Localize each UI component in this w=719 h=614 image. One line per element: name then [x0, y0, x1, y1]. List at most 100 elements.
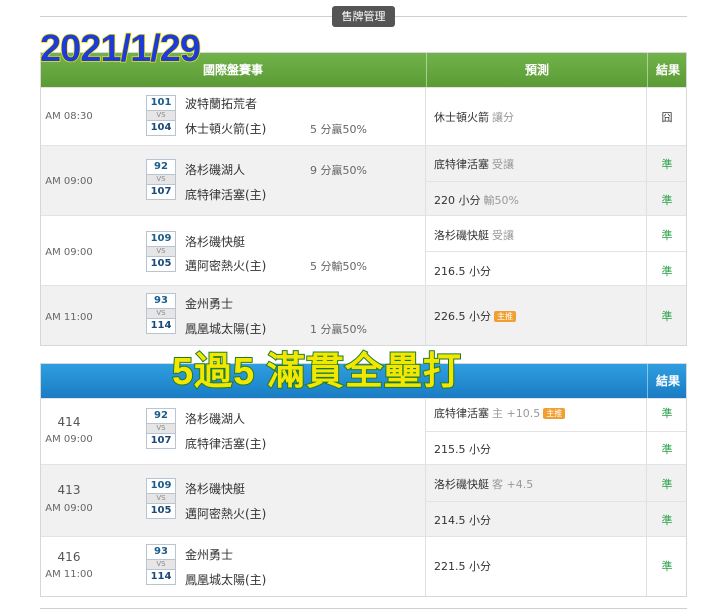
home-team-number: 105: [146, 503, 176, 519]
away-team-number: 92: [146, 159, 176, 175]
prediction-divider: [426, 431, 686, 432]
prediction-text: 洛杉磯快艇: [434, 478, 489, 491]
home-team-number: 114: [146, 569, 176, 585]
prediction-pick: 220 小分 輸50%: [434, 192, 519, 208]
away-team-number: 109: [146, 231, 176, 247]
bottom-divider: [40, 608, 687, 609]
away-team-number: 109: [146, 478, 176, 494]
prediction-pick: 洛杉磯快艇 受讓: [434, 227, 514, 243]
ticket-management-tab[interactable]: 售牌管理: [332, 6, 395, 27]
result-mark: 準: [661, 265, 673, 278]
result-mark: 準: [661, 478, 673, 491]
prediction-pick: 216.5 小分: [434, 263, 494, 279]
game-time: AM 11:00: [45, 312, 93, 323]
prediction-text: 休士頓火箭: [434, 111, 489, 124]
prediction-text: 底特律活塞: [434, 407, 489, 420]
vs-label: VS: [146, 560, 176, 569]
away-team-name: 金州勇士: [185, 297, 234, 311]
prediction-divider: [426, 251, 686, 252]
header-result: 結果: [647, 53, 688, 87]
featured-pick-badge: 主推: [494, 311, 516, 322]
home-team-name: 鳳凰城太陽(主): [185, 573, 267, 587]
prediction-note: 輸50%: [483, 194, 519, 207]
result-mark: 囧: [661, 111, 673, 124]
team-number-box: 93 VS 114: [146, 293, 186, 334]
team-number-box: 101 VS 104: [146, 95, 186, 136]
prediction-text: 220 小分: [434, 194, 481, 207]
table-row: AM 09:00 92 VS 107 洛杉磯湖人 9 分贏50% 底特律活塞(主…: [41, 145, 686, 215]
handicap-odds: 5 分贏50%: [310, 123, 367, 136]
game-index: 416: [57, 550, 81, 564]
special-games-table: 結果 414 AM 09:00 92 VS 107 洛杉磯湖人 底特律活塞(主)…: [40, 363, 687, 597]
prediction-pick: 洛杉磯快艇客 +4.5: [434, 476, 533, 492]
header-result: 結果: [647, 364, 688, 398]
column-divider: [425, 537, 426, 596]
table-row: 413 AM 09:00 109 VS 105 洛杉磯快艇 邁阿密熱火(主) 洛…: [41, 464, 686, 536]
result-mark: 準: [661, 514, 673, 527]
vs-label: VS: [146, 247, 176, 256]
vs-label: VS: [146, 175, 176, 184]
result-mark: 準: [661, 443, 673, 456]
away-team-name: 洛杉磯快艇: [185, 235, 246, 249]
international-games-table: 國際盤賽事 預測 結果 AM 08:30 101 VS 104 波特蘭拓荒者 休…: [40, 52, 687, 346]
result-mark: 準: [661, 158, 673, 171]
vs-label: VS: [146, 309, 176, 318]
away-team-number: 93: [146, 293, 176, 309]
table-row: 416 AM 11:00 93 VS 114 金州勇士 鳳凰城太陽(主) 221…: [41, 536, 686, 596]
game-time: AM 11:00: [45, 569, 93, 580]
prediction-pick: 226.5 小分 主推: [434, 308, 516, 324]
prediction-note: 客 +4.5: [492, 478, 534, 491]
home-team-name: 鳳凰城太陽(主): [185, 322, 267, 336]
prediction-pick: 215.5 小分: [434, 441, 494, 457]
away-team-name: 金州勇士: [185, 548, 234, 562]
game-time: AM 09:00: [45, 247, 93, 258]
prediction-pick: 底特律活塞主 +10.5 主推: [434, 405, 566, 421]
game-index: 413: [57, 483, 81, 497]
result-mark: 準: [661, 194, 673, 207]
home-team-number: 107: [146, 184, 176, 200]
home-team-name: 底特律活塞(主): [185, 437, 267, 451]
game-index: 414: [57, 415, 81, 429]
team-number-box: 92 VS 107: [146, 408, 186, 449]
prediction-note: 讓分: [492, 111, 514, 124]
result-mark: 準: [661, 407, 673, 420]
vs-label: VS: [146, 111, 176, 120]
prediction-pick: 221.5 小分: [434, 558, 494, 574]
prediction-text: 214.5 小分: [434, 514, 491, 527]
prediction-pick: 休士頓火箭 讓分: [434, 109, 514, 125]
away-team-number: 101: [146, 95, 176, 111]
prediction-text: 215.5 小分: [434, 443, 491, 456]
table-row: AM 09:00 109 VS 105 洛杉磯快艇 邁阿密熱火(主) 5 分輸5…: [41, 215, 686, 285]
home-team-number: 104: [146, 120, 176, 136]
prediction-text: 226.5 小分: [434, 310, 491, 323]
team-number-box: 109 VS 105: [146, 231, 186, 272]
away-team-number: 92: [146, 408, 176, 424]
column-divider: [425, 286, 426, 345]
result-mark: 準: [661, 560, 673, 573]
result-mark: 準: [661, 229, 673, 242]
result-mark: 準: [661, 310, 673, 323]
prediction-text: 216.5 小分: [434, 265, 491, 278]
away-team-name: 洛杉磯湖人: [185, 412, 246, 426]
handicap-odds: 5 分輸50%: [310, 260, 367, 273]
team-number-box: 92 VS 107: [146, 159, 186, 200]
home-team-name: 邁阿密熱火(主): [185, 259, 267, 273]
prediction-pick: 214.5 小分: [434, 512, 494, 528]
table-row: 414 AM 09:00 92 VS 107 洛杉磯湖人 底特律活塞(主) 底特…: [41, 398, 686, 464]
featured-pick-badge: 主推: [543, 408, 566, 419]
away-team-name: 洛杉磯湖人: [185, 163, 246, 177]
prediction-divider: [426, 501, 686, 502]
home-team-number: 114: [146, 318, 176, 334]
prediction-text: 221.5 小分: [434, 560, 491, 573]
game-time: AM 09:00: [45, 176, 93, 187]
prediction-text: 底特律活塞: [434, 158, 489, 171]
prediction-note: 受讓: [492, 229, 514, 242]
promo-overlay-text: 5過5 滿貫全壘打: [171, 350, 462, 394]
date-stamp: 2021/1/29: [39, 27, 202, 71]
prediction-note: 受讓: [492, 158, 514, 171]
vs-label: VS: [146, 494, 176, 503]
prediction-text: 洛杉磯快艇: [434, 229, 489, 242]
header-prediction: 預測: [426, 53, 647, 87]
prediction-pick: 底特律活塞 受讓: [434, 156, 514, 172]
away-team-name: 洛杉磯快艇: [185, 482, 246, 496]
